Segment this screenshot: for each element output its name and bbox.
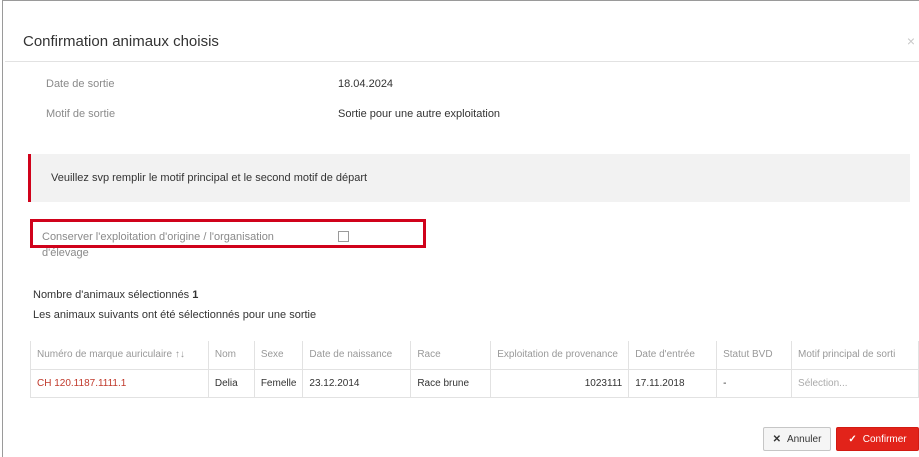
col-birth-date[interactable]: Date de naissance — [302, 341, 412, 370]
cell-bvd-status: - — [716, 368, 793, 398]
table-header-row: Numéro de marque auriculaire ↑↓ Nom Sexe… — [30, 341, 919, 370]
cell-birth-date: 23.12.2014 — [302, 368, 412, 398]
col-entry-date[interactable]: Date d'entrée — [628, 341, 718, 370]
cell-breed: Race brune — [410, 368, 492, 398]
exit-reason-value: Sortie pour une autre exploitation — [338, 108, 501, 120]
table-row: CH 120.1187.1111.1 Delia Femelle 23.12.2… — [30, 368, 919, 398]
selected-count: Nombre d'animaux sélectionnés 1 — [33, 289, 198, 301]
ear-tag-link[interactable]: CH 120.1187.1111.1 — [30, 368, 209, 398]
cell-name: Delia — [207, 368, 255, 398]
confirm-button[interactable]: ✓ Confirmer — [836, 427, 919, 451]
alert-message: Veuillez svp remplir le motif principal … — [51, 172, 368, 184]
col-bvd-status[interactable]: Statut BVD — [716, 341, 793, 370]
col-origin-farm[interactable]: Exploitation de provenance — [490, 341, 630, 370]
exit-date-label: Date de sortie — [46, 78, 115, 90]
main-reason-select[interactable]: Sélection... — [791, 368, 919, 398]
col-name[interactable]: Nom — [207, 341, 255, 370]
exit-date-value: 18.04.2024 — [338, 78, 394, 90]
header-divider — [5, 61, 919, 62]
cell-origin-farm: 1023111 — [490, 368, 630, 398]
confirm-button-label: Confirmer — [862, 433, 907, 445]
cell-entry-date: 17.11.2018 — [628, 368, 718, 398]
selected-count-label: Nombre d'animaux sélectionnés — [33, 289, 190, 301]
animals-table: Numéro de marque auriculaire ↑↓ Nom Sexe… — [30, 341, 919, 398]
selected-count-value: 1 — [192, 289, 199, 301]
cell-sex: Femelle — [253, 368, 304, 398]
check-icon: ✓ — [848, 433, 857, 445]
exit-reason-label: Motif de sortie — [46, 108, 116, 120]
selection-subtitle: Les animaux suivants ont été sélectionné… — [33, 309, 317, 321]
modal-title: Confirmation animaux choisis — [23, 33, 219, 50]
col-sex[interactable]: Sexe — [253, 341, 304, 370]
validation-alert: Veuillez svp remplir le motif principal … — [28, 154, 910, 202]
highlight-annotation — [30, 219, 426, 248]
col-main-reason[interactable]: Motif principal de sorti — [791, 341, 919, 370]
col-breed[interactable]: Race — [410, 341, 492, 370]
close-icon: ✕ — [772, 433, 781, 445]
cancel-button-label: Annuler — [786, 433, 822, 445]
cancel-button[interactable]: ✕ Annuler — [763, 427, 831, 451]
close-icon[interactable]: × — [907, 33, 915, 49]
col-ear-tag[interactable]: Numéro de marque auriculaire ↑↓ — [30, 341, 209, 370]
